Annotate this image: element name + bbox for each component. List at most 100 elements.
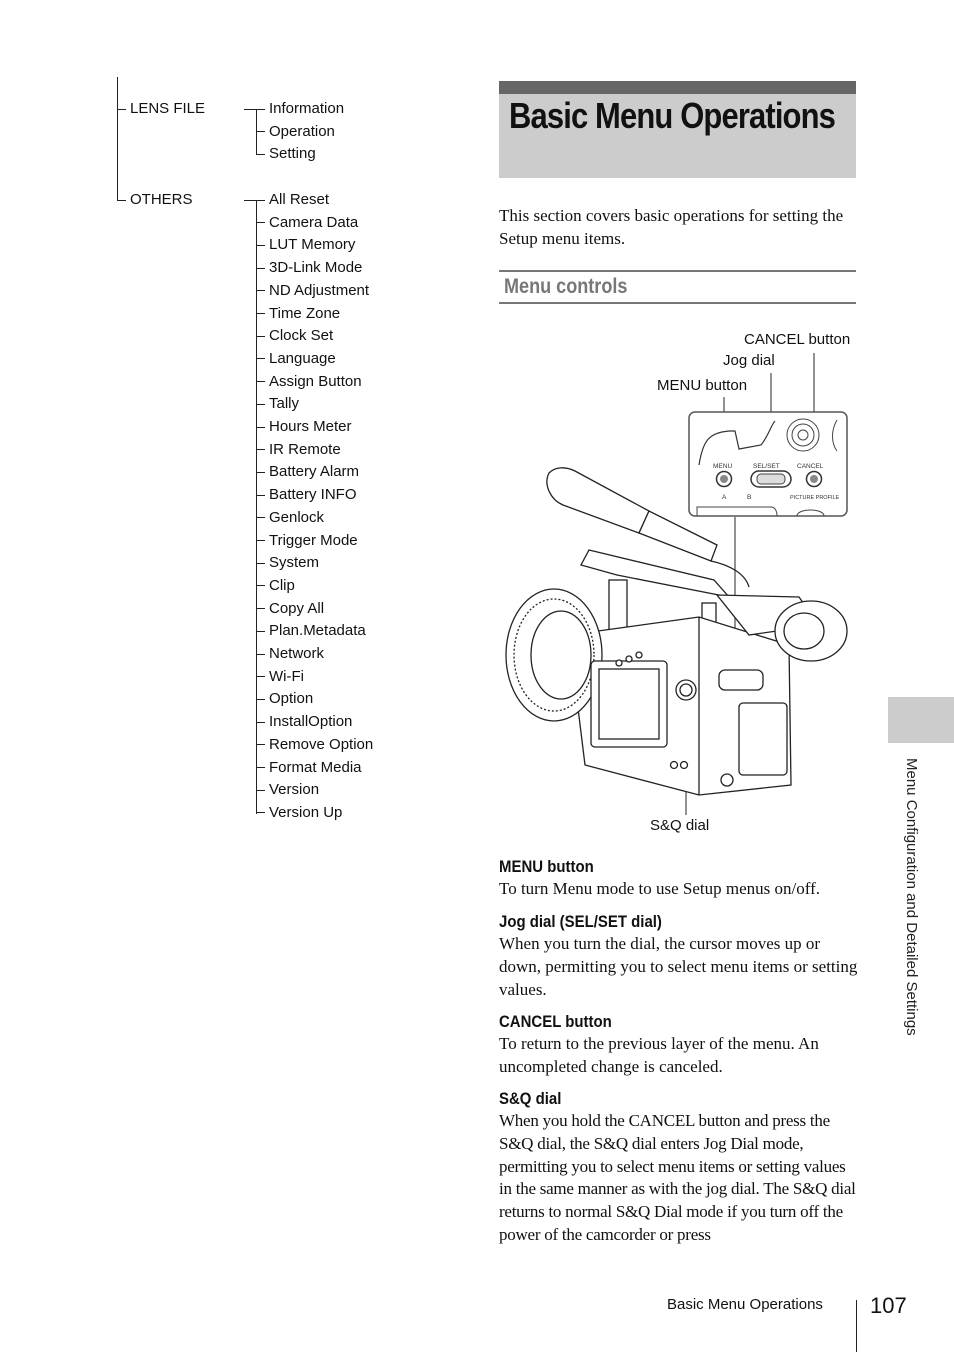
- tree-item: System: [256, 554, 319, 572]
- tree-item-label: Copy All: [269, 599, 325, 617]
- tree-connector: [256, 426, 265, 428]
- tree-group-others: OTHERS: [117, 191, 193, 209]
- tree-item-label: InstallOption: [269, 713, 353, 731]
- tree-item: Language: [256, 350, 336, 368]
- tree-item: Copy All: [256, 600, 324, 618]
- description-body: To return to the previous layer of the m…: [499, 1034, 819, 1076]
- tree-connector: [256, 698, 265, 700]
- tree-connector: [256, 608, 265, 610]
- tree-item-label: Hours Meter: [269, 418, 352, 435]
- tree-item: Battery Alarm: [256, 463, 359, 481]
- tree-connector: [256, 789, 265, 791]
- tree-connector: [256, 199, 265, 201]
- tree-connector: [256, 358, 265, 360]
- footer-divider: [856, 1300, 857, 1352]
- tree-connector: [256, 562, 265, 564]
- tree-item: Hours Meter: [256, 418, 352, 436]
- tree-connector: [117, 199, 126, 201]
- tree-item-label: Option: [269, 690, 314, 708]
- description-sq-dial: S&Q dial When you hold the CANCEL button…: [499, 1088, 857, 1247]
- description-body: To turn Menu mode to use Setup menus on/…: [499, 879, 820, 898]
- tree-item-label: System: [269, 554, 320, 572]
- tree-connector: [256, 517, 265, 519]
- tree-item-label: Version Up: [269, 803, 343, 821]
- description-menu-button: MENU button To turn Menu mode to use Set…: [499, 856, 861, 901]
- tree-item-label: Plan.Metadata: [269, 622, 366, 640]
- tree-item: Clock Set: [256, 327, 333, 345]
- tree-item-label: Wi-Fi: [269, 667, 304, 685]
- tree-item: Setting: [256, 145, 316, 163]
- tree-connector: [256, 290, 265, 292]
- tree-item: Genlock: [256, 509, 324, 527]
- tree-item-label: Assign Button: [269, 372, 362, 390]
- tree-item: Remove Option: [256, 736, 373, 754]
- description-cancel-button: CANCEL button To return to the previous …: [499, 1011, 861, 1079]
- description-jog-dial: Jog dial (SEL/SET dial) When you turn th…: [499, 911, 861, 1001]
- tree-connector: [256, 540, 265, 542]
- page-title: Basic Menu Operations: [509, 95, 836, 136]
- svg-text:A: A: [722, 494, 727, 501]
- title-bar: [499, 81, 856, 94]
- tree-item-label: Genlock: [269, 508, 325, 526]
- tree-connector: [256, 676, 265, 678]
- chapter-tab: [888, 697, 954, 743]
- section-heading-text: Menu controls: [504, 275, 628, 298]
- tree-item: Operation: [256, 123, 335, 141]
- tree-item: Wi-Fi: [256, 668, 304, 686]
- tree-connector: [256, 222, 265, 224]
- tree-item-label: Time Zone: [269, 304, 341, 322]
- description-heading: MENU button: [499, 857, 594, 876]
- tree-item-label: Operation: [269, 122, 335, 140]
- tree-item: 3D-Link Mode: [256, 259, 362, 277]
- tree-connector: [256, 335, 265, 337]
- tree-item-label: Setting: [269, 145, 316, 163]
- tree-item-label: Version: [269, 781, 320, 799]
- tree-item: Plan.Metadata: [256, 622, 366, 640]
- tree-item-label: Information: [269, 100, 345, 117]
- tree-connector: [256, 721, 265, 723]
- footer-section-title: Basic Menu Operations: [667, 1296, 823, 1313]
- tree-item-label: Format Media: [269, 758, 362, 776]
- tree-item: Information: [256, 100, 344, 118]
- tree-connector: [256, 108, 265, 110]
- svg-text:PICTURE PROFILE: PICTURE PROFILE: [790, 495, 840, 501]
- tree-item-label: Camera Data: [269, 213, 359, 231]
- page-number: 107: [870, 1293, 907, 1318]
- tree-connector: [256, 267, 265, 269]
- tree-item-label: Battery Alarm: [269, 463, 360, 481]
- control-panel-inset: MENU SEL/SET CANCEL A B PICTURE PROFILE: [688, 411, 848, 517]
- tree-item: Tally: [256, 395, 299, 413]
- tree-item: IR Remote: [256, 441, 341, 459]
- tree-item-label: 3D-Link Mode: [269, 259, 363, 277]
- tree-connector: [256, 494, 265, 496]
- tree-connector: [256, 381, 265, 383]
- section-heading: Menu controls: [499, 270, 856, 304]
- tree-connector: [244, 200, 256, 201]
- tree-item: All Reset: [256, 191, 329, 209]
- tree-item: Time Zone: [256, 305, 340, 323]
- description-body: When you hold the CANCEL button and pres…: [499, 1111, 856, 1244]
- description-body: When you turn the dial, the cursor moves…: [499, 934, 858, 999]
- tree-item-label: LUT Memory: [269, 236, 356, 254]
- camcorder-figure: CANCEL button Jog dial MENU button S&Q d…: [499, 325, 864, 845]
- tree-item: InstallOption: [256, 713, 352, 731]
- tree-item: Clip: [256, 577, 295, 595]
- tree-connector: [256, 244, 265, 246]
- tree-item: Assign Button: [256, 373, 362, 391]
- svg-text:SEL/SET: SEL/SET: [753, 463, 780, 470]
- svg-text:B: B: [747, 494, 751, 501]
- description-heading: CANCEL button: [499, 1012, 612, 1031]
- svg-text:MENU: MENU: [713, 463, 732, 470]
- tree-connector: [117, 108, 126, 110]
- tree-connector: [256, 812, 265, 814]
- tree-item: Network: [256, 645, 324, 663]
- tree-group-label: LENS FILE: [130, 100, 206, 117]
- tree-item: Format Media: [256, 759, 362, 777]
- tree-item: Option: [256, 690, 313, 708]
- tree-item: LUT Memory: [256, 236, 355, 254]
- tree-item: ND Adjustment: [256, 282, 369, 300]
- tree-item-label: Tally: [269, 395, 300, 413]
- tree-item-label: Clock Set: [269, 327, 334, 345]
- description-heading: S&Q dial: [499, 1089, 562, 1108]
- tree-item: Battery INFO: [256, 486, 357, 504]
